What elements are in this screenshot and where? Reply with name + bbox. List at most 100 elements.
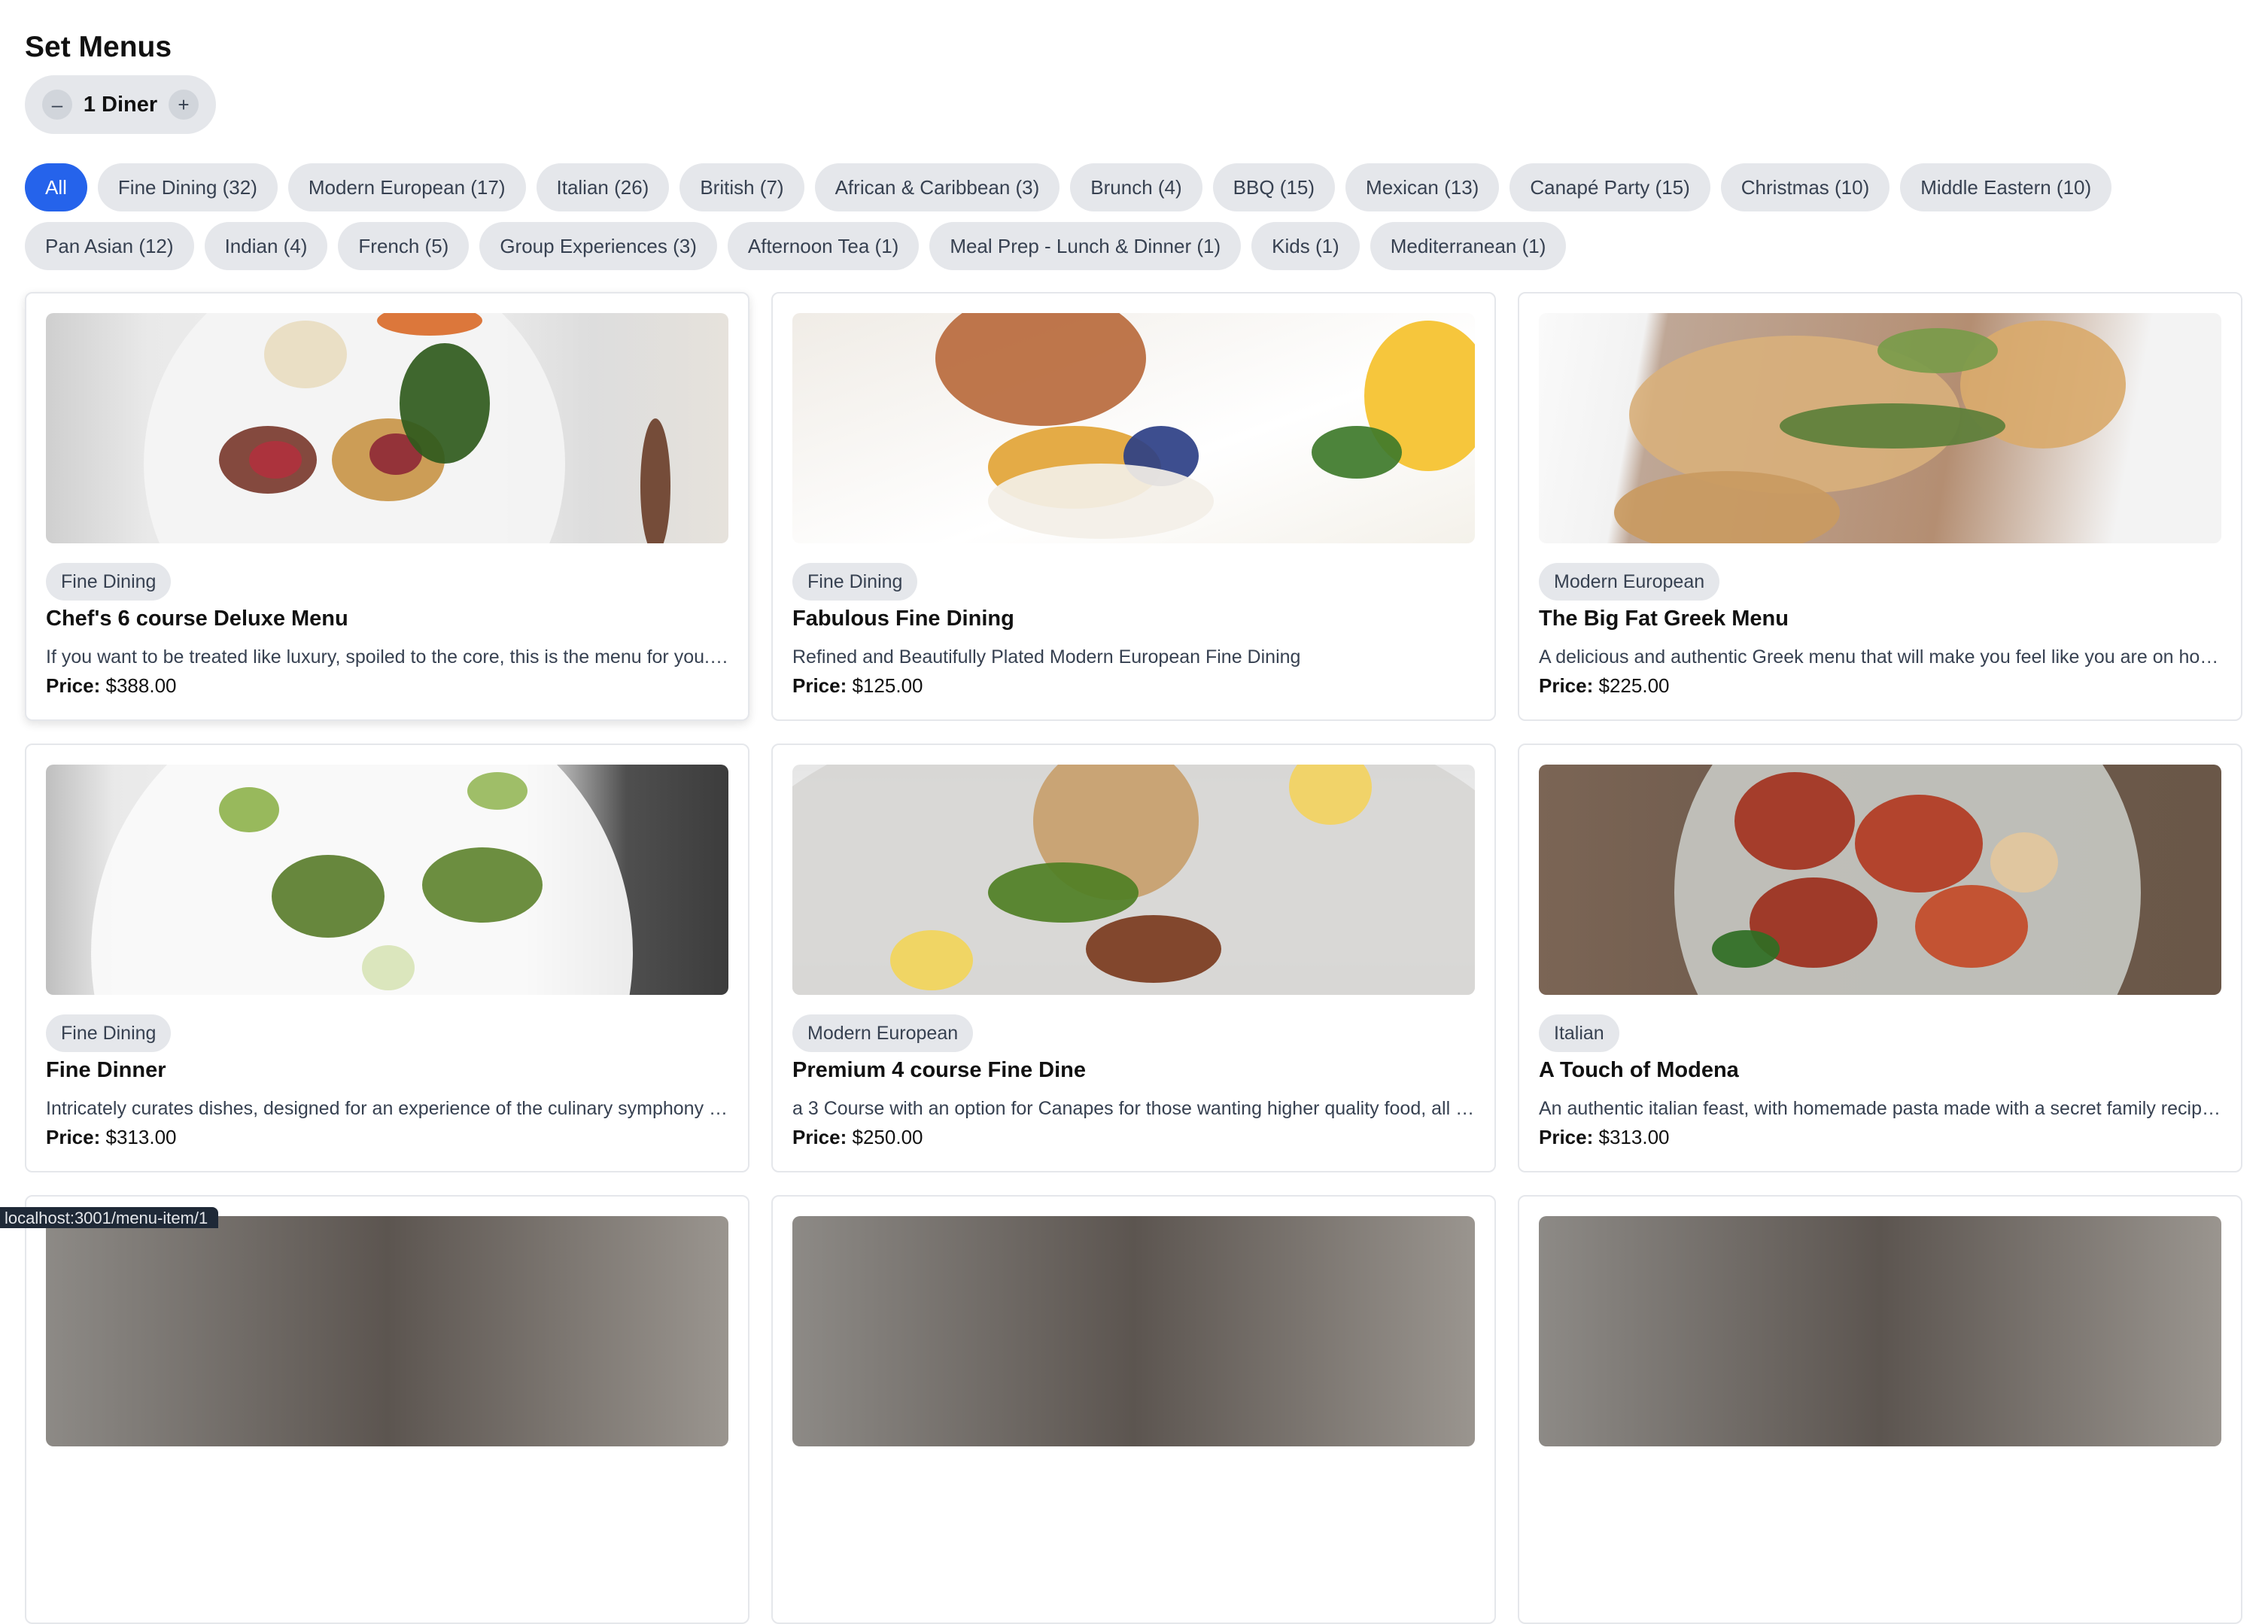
menu-card[interactable]	[771, 1195, 1496, 1624]
increase-diners-button[interactable]: +	[168, 90, 199, 120]
price-label: Price:	[1539, 1126, 1594, 1148]
category-filter-chip[interactable]: Kids (1)	[1251, 222, 1360, 270]
page-title: Set Menus	[25, 31, 172, 63]
photo-detail	[272, 855, 385, 938]
category-filter-bar: All Fine Dining (32) Modern European (17) I…	[25, 163, 2243, 270]
category-filter-chip[interactable]: French (5)	[338, 222, 470, 270]
price-value: $313.00	[105, 1126, 177, 1148]
category-filter-chip[interactable]: Middle Eastern (10)	[1900, 163, 2112, 211]
menu-card[interactable]: Italian A Touch of Modena An authentic ita…	[1518, 744, 2242, 1172]
menu-description: Refined and Beautifully Plated Modern Eu…	[792, 646, 1301, 668]
cuisine-tag: Italian	[1539, 1014, 1619, 1052]
cuisine-tag: Fine Dining	[46, 1014, 172, 1052]
menu-photo	[792, 313, 1475, 543]
menu-card[interactable]: Modern European Premium 4 course Fine Din…	[771, 744, 1496, 1172]
price-value: $225.00	[1598, 674, 1670, 697]
photo-detail	[890, 930, 973, 990]
diner-count: 1 Diner	[83, 92, 158, 117]
category-filter-chip[interactable]: Fine Dining (32)	[97, 163, 278, 211]
menu-card[interactable]: Modern European The Big Fat Greek Menu A d…	[1518, 292, 2242, 721]
price-label: Price:	[792, 1126, 847, 1148]
menu-title[interactable]: Fabulous Fine Dining	[792, 602, 1475, 635]
photo-detail	[1780, 403, 2005, 449]
photo-detail	[935, 313, 1146, 426]
menu-price: Price: $250.00	[792, 1124, 1475, 1151]
photo-detail	[1712, 930, 1780, 968]
photo-detail	[988, 464, 1214, 539]
menu-price: Price: $225.00	[1539, 672, 2221, 699]
price-label: Price:	[792, 674, 847, 697]
menu-photo	[1539, 313, 2221, 543]
category-filter-chip[interactable]: British (7)	[679, 163, 804, 211]
price-value: $388.00	[105, 674, 177, 697]
photo-detail	[1312, 426, 1402, 479]
category-filter-chip[interactable]: Modern European (17)	[287, 163, 526, 211]
photo-detail	[219, 787, 279, 832]
menu-description: If you want to be treated like luxury, s…	[46, 646, 728, 668]
price-label: Price:	[46, 1126, 101, 1148]
diner-stepper: – 1 Diner +	[25, 75, 216, 134]
menu-title[interactable]: Chef's 6 course Deluxe Menu	[46, 602, 728, 635]
price-value: $125.00	[852, 674, 923, 697]
menu-description: a 3 Course with an option for Canapes fo…	[792, 1098, 1475, 1119]
menu-photo	[46, 1216, 728, 1446]
photo-detail	[1915, 885, 2028, 968]
price-label: Price:	[46, 674, 101, 697]
menu-photo	[792, 1216, 1475, 1446]
category-filter-chip[interactable]: Meal Prep - Lunch & Dinner (1)	[929, 222, 1242, 270]
category-filter-chip[interactable]: Mediterranean (1)	[1370, 222, 1567, 270]
menu-description: Intricately curates dishes, designed for…	[46, 1098, 728, 1119]
category-filter-chip[interactable]: Pan Asian (12)	[25, 222, 194, 270]
menu-photo	[1539, 765, 2221, 995]
photo-detail	[422, 847, 543, 923]
link-status-bar: localhost:3001/menu-item/1	[0, 1207, 219, 1228]
decrease-diners-button[interactable]: –	[42, 90, 72, 120]
menu-price: Price: $313.00	[46, 1124, 728, 1151]
photo-detail	[264, 321, 347, 388]
menu-title[interactable]: Fine Dinner	[46, 1054, 728, 1087]
menu-card[interactable]	[25, 1195, 749, 1624]
category-filter-chip[interactable]: Group Experiences (3)	[479, 222, 717, 270]
menu-card[interactable]: Fine Dining Fine Dinner Intricately curate…	[25, 744, 749, 1172]
menu-description: An authentic italian feast, with homemad…	[1539, 1098, 2221, 1119]
price-label: Price:	[1539, 674, 1594, 697]
menu-price: Price: $388.00	[46, 672, 728, 699]
menu-photo	[46, 765, 728, 995]
menu-title[interactable]: A Touch of Modena	[1539, 1054, 2221, 1087]
menu-photo	[46, 313, 728, 543]
cuisine-tag: Modern European	[792, 1014, 974, 1052]
category-filter-chip[interactable]: African & Caribbean (3)	[814, 163, 1060, 211]
menu-card[interactable]: Fine Dining Fabulous Fine Dining Refined a…	[771, 292, 1496, 721]
photo-detail	[1734, 772, 1855, 870]
category-filter-chip[interactable]: Italian (26)	[536, 163, 670, 211]
menu-card[interactable]: Fine Dining Chef's 6 course Deluxe Menu If…	[25, 292, 749, 721]
category-filter-chip[interactable]: Indian (4)	[204, 222, 328, 270]
photo-detail	[1855, 795, 1983, 893]
category-filter-chip[interactable]: Afternoon Tea (1)	[727, 222, 920, 270]
menu-price: Price: $313.00	[1539, 1124, 2221, 1151]
menu-description: A delicious and authentic Greek menu tha…	[1539, 646, 2221, 668]
photo-detail	[640, 418, 670, 543]
category-filter-chip[interactable]: Mexican (13)	[1345, 163, 1500, 211]
photo-detail	[400, 343, 490, 464]
photo-detail	[1877, 328, 1998, 373]
menu-title[interactable]: Premium 4 course Fine Dine	[792, 1054, 1475, 1087]
photo-detail	[1990, 832, 2058, 893]
cuisine-tag: Fine Dining	[46, 563, 172, 601]
cuisine-tag: Fine Dining	[792, 563, 918, 601]
category-filter-chip[interactable]: BBQ (15)	[1212, 163, 1336, 211]
menu-photo	[1539, 1216, 2221, 1446]
cuisine-tag: Modern European	[1539, 563, 1720, 601]
menu-title[interactable]: The Big Fat Greek Menu	[1539, 602, 2221, 635]
category-filter-chip[interactable]: Canapé Party (15)	[1509, 163, 1710, 211]
price-value: $250.00	[852, 1126, 923, 1148]
category-filter-chip[interactable]: Christmas (10)	[1720, 163, 1890, 211]
menu-card[interactable]	[1518, 1195, 2242, 1624]
photo-detail	[362, 945, 415, 990]
photo-detail	[249, 441, 302, 479]
category-filter-chip[interactable]: Brunch (4)	[1070, 163, 1202, 211]
photo-detail	[988, 862, 1139, 923]
category-filter-chip[interactable]: All	[25, 163, 87, 211]
menu-photo	[792, 765, 1475, 995]
menu-price: Price: $125.00	[792, 672, 1475, 699]
